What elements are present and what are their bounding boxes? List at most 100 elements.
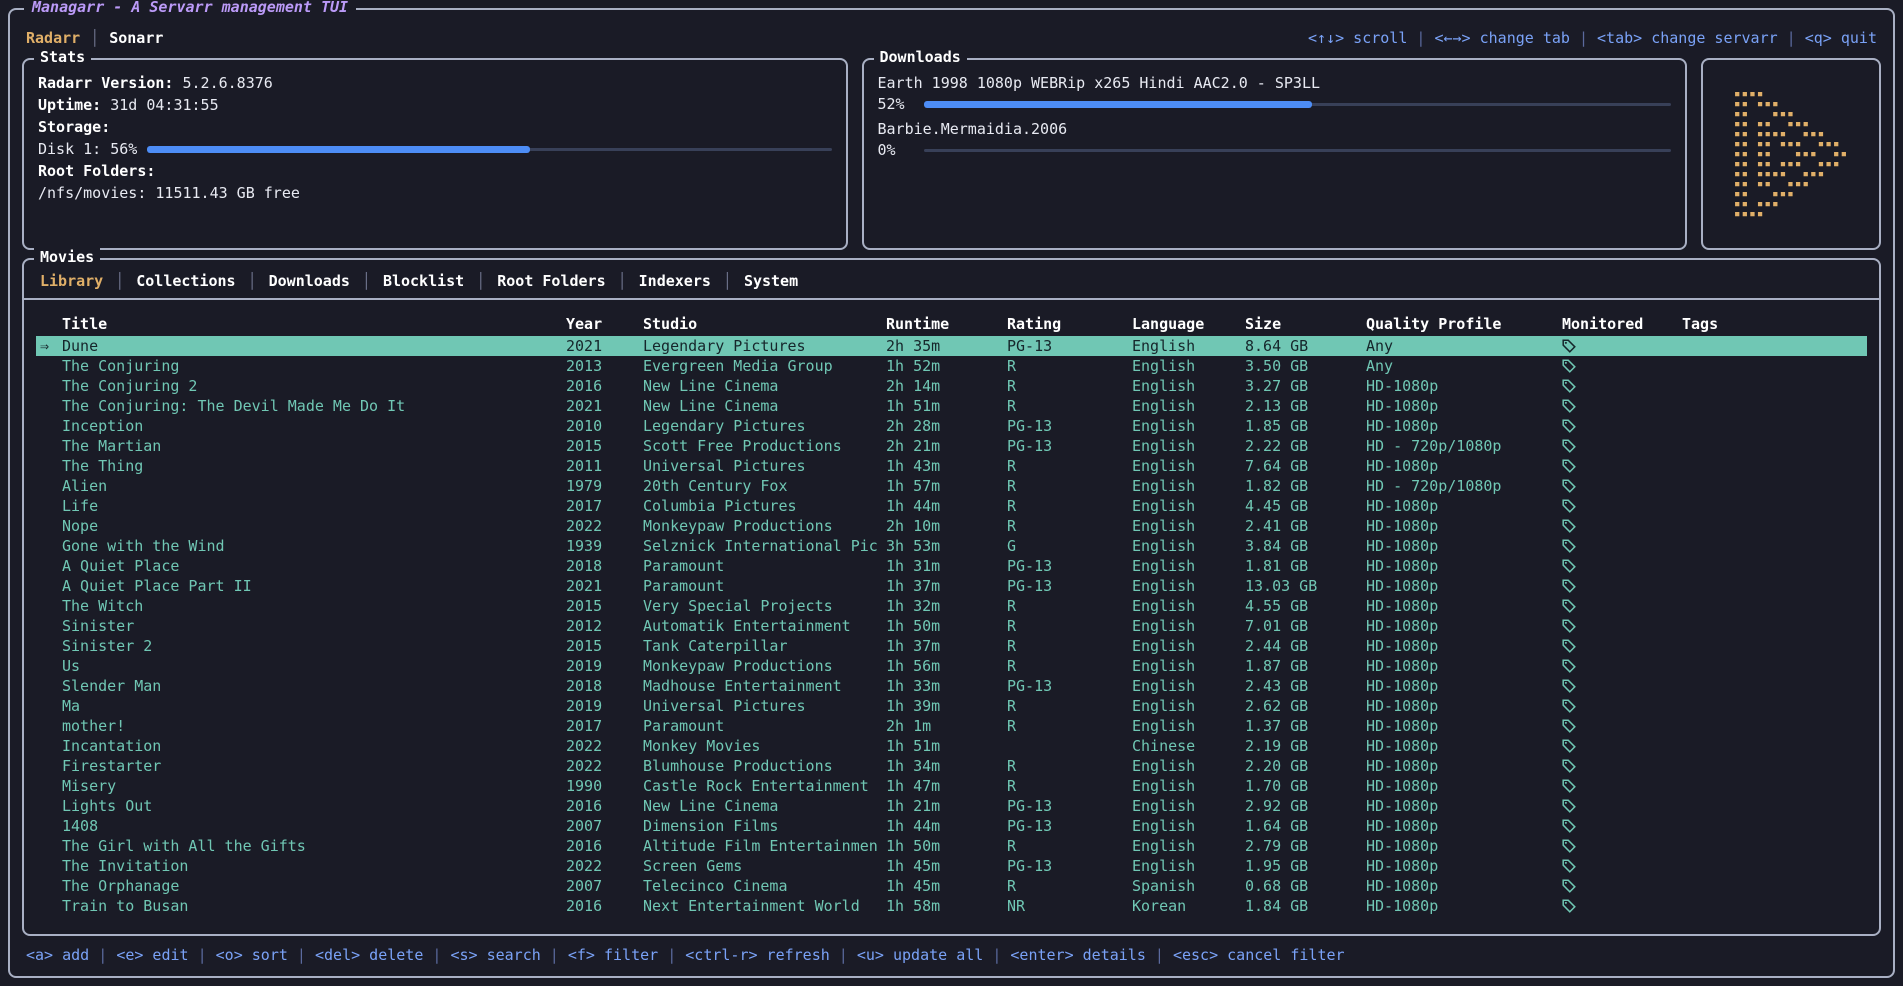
cell-rating: R	[1007, 476, 1132, 496]
table-row[interactable]: The Witch2015Very Special Projects1h 32m…	[36, 596, 1867, 616]
servarr-tab-bar: Radarr│Sonarr	[26, 29, 163, 47]
uptime-line: Uptime: 31d 04:31:55	[38, 94, 832, 116]
table-row[interactable]: A Quiet Place Part II2021Paramount1h 37m…	[36, 576, 1867, 596]
table-row[interactable]: The Invitation2022Screen Gems1h 45mPG-13…	[36, 856, 1867, 876]
table-row[interactable]: The Martian2015Scott Free Productions2h …	[36, 436, 1867, 456]
table-row[interactable]: The Thing2011Universal Pictures1h 43mREn…	[36, 456, 1867, 476]
table-row[interactable]: Gone with the Wind1939Selznick Internati…	[36, 536, 1867, 556]
cell-quality-profile: HD-1080p	[1366, 556, 1562, 576]
table-row[interactable]: The Girl with All the Gifts2016Altitude …	[36, 836, 1867, 856]
tag-icon	[1562, 479, 1576, 493]
tab-collections[interactable]: Collections	[136, 272, 235, 290]
cell-year: 2015	[566, 596, 643, 616]
cell-year: 2007	[566, 816, 643, 836]
tag-icon	[1562, 899, 1576, 913]
cell-monitored	[1562, 716, 1682, 736]
table-row[interactable]: mother!2017Paramount2h 1mREnglish1.37 GB…	[36, 716, 1867, 736]
table-row[interactable]: Slender Man2018Madhouse Entertainment1h …	[36, 676, 1867, 696]
table-row[interactable]: Train to Busan2016Next Entertainment Wor…	[36, 896, 1867, 916]
disk-usage-bar	[147, 140, 831, 158]
table-row[interactable]: Firestarter2022Blumhouse Productions1h 3…	[36, 756, 1867, 776]
cell-language: English	[1132, 496, 1245, 516]
column-header-monitored: Monitored	[1562, 312, 1682, 336]
cell-title: Nope	[36, 516, 566, 536]
cell-title: Lights Out	[36, 796, 566, 816]
stats-panel-title: Stats	[34, 48, 91, 66]
cell-quality-profile: HD-1080p	[1366, 616, 1562, 636]
table-row[interactable]: Misery1990Castle Rock Entertainment1h 47…	[36, 776, 1867, 796]
download-item: Barbie.Mermaidia.20060%	[878, 118, 1672, 160]
table-row[interactable]: Inception2010Legendary Pictures2h 28mPG-…	[36, 416, 1867, 436]
cell-title: Incantation	[36, 736, 566, 756]
column-header-studio: Studio	[643, 312, 886, 336]
table-row[interactable]: Lights Out2016New Line Cinema1h 21mPG-13…	[36, 796, 1867, 816]
cell-language: English	[1132, 556, 1245, 576]
cell-monitored	[1562, 376, 1682, 396]
cell-studio: Altitude Film Entertainmen	[643, 836, 886, 856]
cell-rating: R	[1007, 876, 1132, 896]
table-row[interactable]: Incantation2022Monkey Movies1h 51mChines…	[36, 736, 1867, 756]
cell-monitored	[1562, 696, 1682, 716]
cell-title: Firestarter	[36, 756, 566, 776]
cell-size: 7.64 GB	[1245, 456, 1366, 476]
cell-language: English	[1132, 636, 1245, 656]
cell-studio: Next Entertainment World	[643, 896, 886, 916]
cell-title: Sinister 2	[36, 636, 566, 656]
table-row[interactable]: The Conjuring 22016New Line Cinema2h 14m…	[36, 376, 1867, 396]
cell-runtime: 2h 1m	[886, 716, 1007, 736]
tab-system[interactable]: System	[744, 272, 798, 290]
tag-icon	[1562, 599, 1576, 613]
table-row[interactable]: 14082007Dimension Films1h 44mPG-13Englis…	[36, 816, 1867, 836]
table-row[interactable]: Ma2019Universal Pictures1h 39mREnglish2.…	[36, 696, 1867, 716]
table-row[interactable]: Nope2022Monkeypaw Productions2h 10mREngl…	[36, 516, 1867, 536]
cell-runtime: 1h 34m	[886, 756, 1007, 776]
cell-tags	[1682, 376, 1867, 396]
tab-downloads[interactable]: Downloads	[269, 272, 350, 290]
cell-size: 1.82 GB	[1245, 476, 1366, 496]
hint-separator: |	[658, 946, 685, 964]
table-row[interactable]: The Orphanage2007Telecinco Cinema1h 45mR…	[36, 876, 1867, 896]
cell-title: The Conjuring 2	[36, 376, 566, 396]
table-row[interactable]: Alien197920th Century Fox1h 57mREnglish1…	[36, 476, 1867, 496]
tab-library[interactable]: Library	[40, 272, 103, 290]
cell-title: ⇒Dune	[36, 336, 566, 356]
cell-tags	[1682, 856, 1867, 876]
cell-language: English	[1132, 376, 1245, 396]
cell-monitored	[1562, 456, 1682, 476]
tag-icon	[1562, 839, 1576, 853]
cell-rating: R	[1007, 776, 1132, 796]
cell-year: 1990	[566, 776, 643, 796]
cell-monitored	[1562, 896, 1682, 916]
table-row[interactable]: Us2019Monkeypaw Productions1h 56mREnglis…	[36, 656, 1867, 676]
cell-rating: R	[1007, 636, 1132, 656]
cell-title: The Orphanage	[36, 876, 566, 896]
table-row[interactable]: Sinister 22015Tank Caterpillar1h 37mREng…	[36, 636, 1867, 656]
cell-tags	[1682, 416, 1867, 436]
tab-root-folders[interactable]: Root Folders	[497, 272, 605, 290]
cell-monitored	[1562, 736, 1682, 756]
cell-studio: Tank Caterpillar	[643, 636, 886, 656]
tab-blocklist[interactable]: Blocklist	[383, 272, 464, 290]
cell-rating: R	[1007, 696, 1132, 716]
servarr-tab-sonarr[interactable]: Sonarr	[109, 29, 163, 47]
table-row[interactable]: The Conjuring2013Evergreen Media Group1h…	[36, 356, 1867, 376]
tab-indexers[interactable]: Indexers	[639, 272, 711, 290]
cell-runtime: 1h 37m	[886, 576, 1007, 596]
cell-quality-profile: HD-1080p	[1366, 396, 1562, 416]
cell-tags	[1682, 876, 1867, 896]
cell-rating: PG-13	[1007, 676, 1132, 696]
table-row[interactable]: ⇒Dune2021Legendary Pictures2h 35mPG-13En…	[36, 336, 1867, 356]
table-row[interactable]: Life2017Columbia Pictures1h 44mREnglish4…	[36, 496, 1867, 516]
table-row[interactable]: A Quiet Place2018Paramount1h 31mPG-13Eng…	[36, 556, 1867, 576]
servarr-tab-radarr[interactable]: Radarr	[26, 29, 80, 47]
cell-language: English	[1132, 676, 1245, 696]
cell-size: 2.62 GB	[1245, 696, 1366, 716]
tag-icon	[1562, 659, 1576, 673]
movies-table-body[interactable]: ⇒Dune2021Legendary Pictures2h 35mPG-13En…	[36, 336, 1867, 926]
cell-tags	[1682, 696, 1867, 716]
table-row[interactable]: The Conjuring: The Devil Made Me Do It20…	[36, 396, 1867, 416]
cell-tags	[1682, 456, 1867, 476]
cell-year: 2019	[566, 656, 643, 676]
cell-rating: R	[1007, 456, 1132, 476]
table-row[interactable]: Sinister2012Automatik Entertainment1h 50…	[36, 616, 1867, 636]
